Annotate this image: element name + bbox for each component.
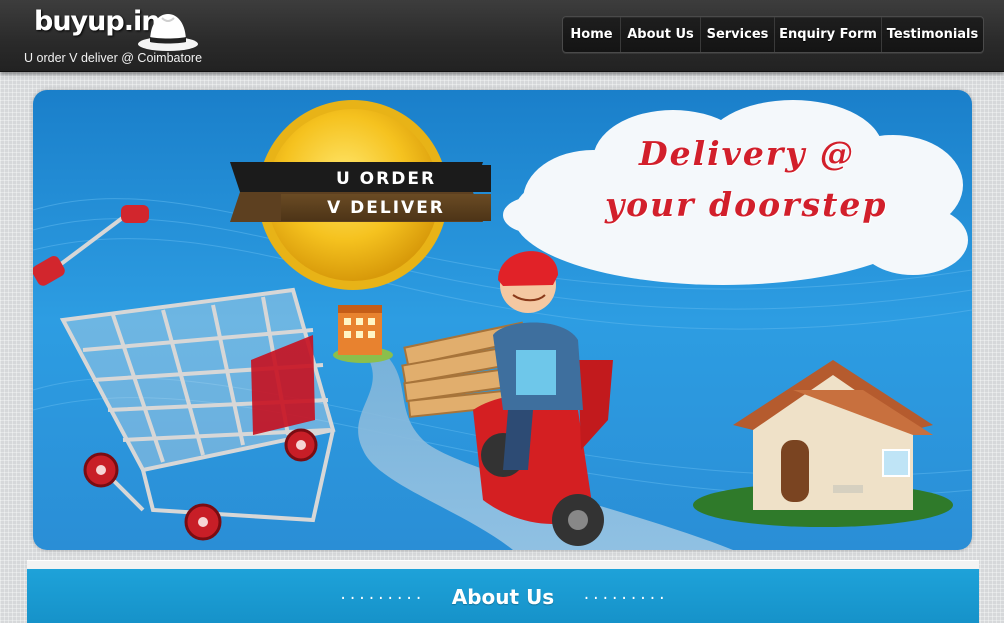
headline-line1: Delivery @ [639, 134, 855, 173]
about-section: ......... About Us ......... [27, 560, 979, 623]
badge-text-line1: U ORDER [281, 165, 491, 192]
section-heading-bar: ......... About Us ......... [27, 569, 979, 623]
nav-about-us[interactable]: About Us [621, 17, 701, 52]
nav-services[interactable]: Services [701, 17, 775, 52]
nav-testimonials[interactable]: Testimonials [882, 17, 983, 52]
nav-home[interactable]: Home [563, 17, 621, 52]
decorative-dots-left: ......... [338, 586, 424, 603]
site-logo[interactable]: buyup.in U order V deliver @ Coimbatore [24, 4, 214, 68]
site-header: buyup.in U order V deliver @ Coimbatore … [0, 0, 1004, 72]
nav-enquiry-form[interactable]: Enquiry Form [775, 17, 882, 52]
headline-line2: your doorstep [605, 185, 888, 224]
badge-text-line2: V DELIVER [281, 194, 491, 221]
decorative-dots-right: ......... [582, 586, 668, 603]
main-nav: Home About Us Services Enquiry Form Test… [562, 16, 984, 53]
hero-banner: U ORDER V DELIVER Delivery @ your doorst… [33, 90, 972, 550]
site-tagline: U order V deliver @ Coimbatore [24, 51, 203, 65]
section-title: About Us [451, 584, 555, 609]
fedora-hat-icon [138, 14, 198, 51]
